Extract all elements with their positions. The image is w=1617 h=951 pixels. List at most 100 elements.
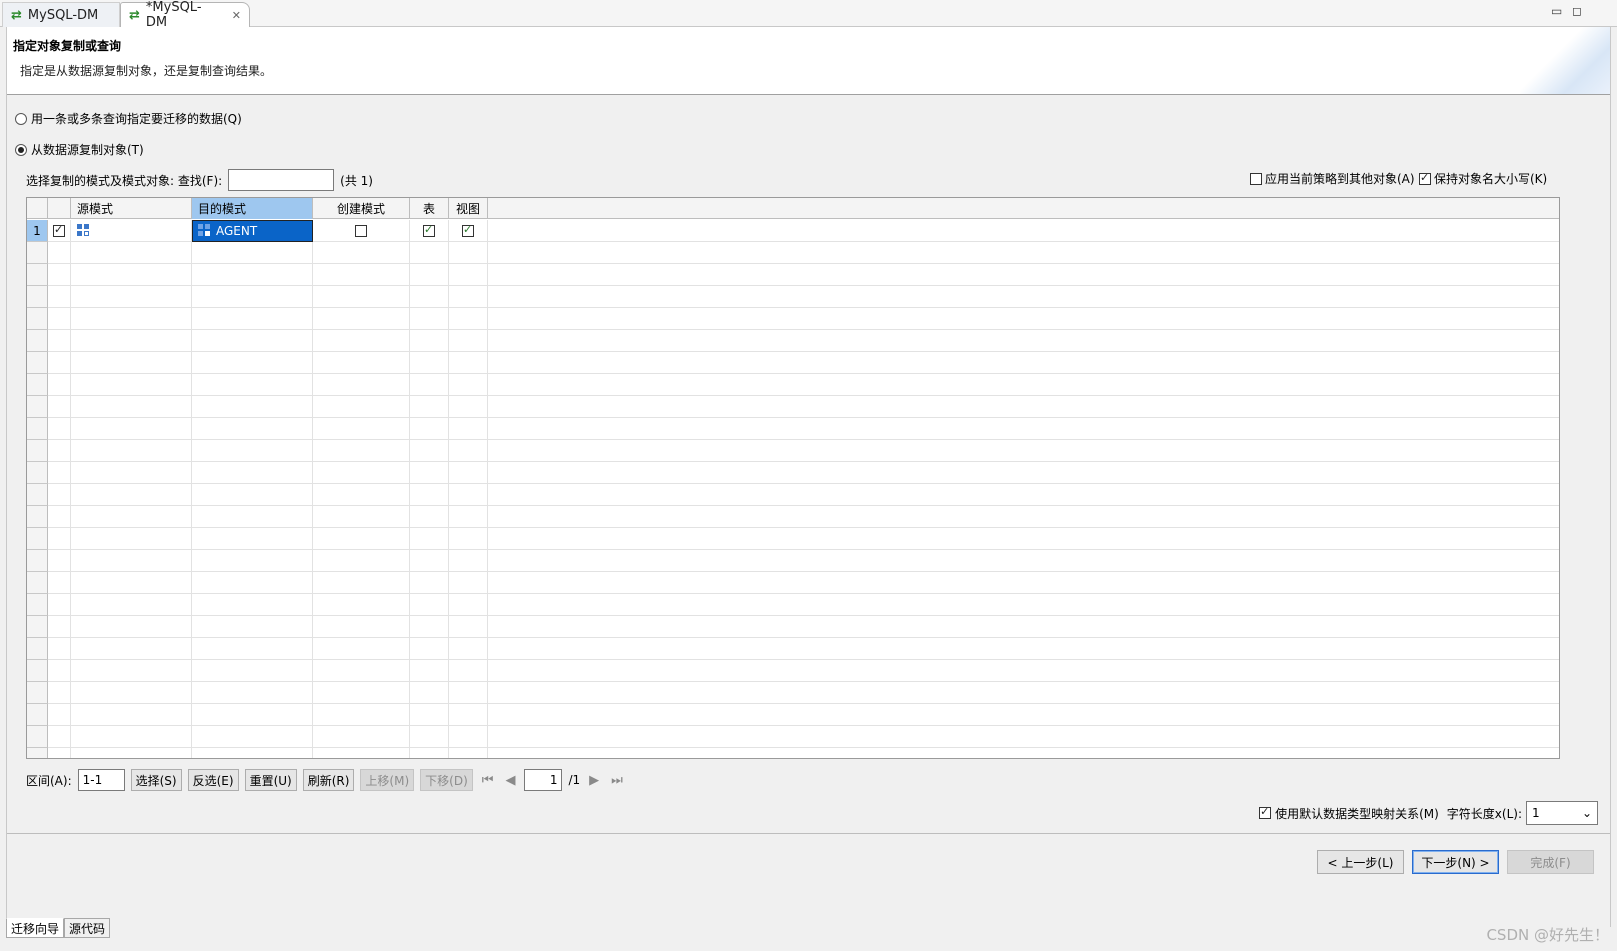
empty-cell [48, 616, 71, 638]
refresh-button[interactable]: 刷新(R) [302, 769, 355, 791]
create-schema-cell[interactable] [313, 220, 410, 242]
col-source-schema[interactable]: 源模式 [71, 198, 192, 219]
empty-row [27, 286, 1559, 308]
empty-cell [192, 286, 313, 308]
back-button[interactable]: < 上一步(L) [1317, 850, 1404, 874]
table-cell[interactable] [410, 220, 449, 242]
range-input[interactable]: 1-1 [77, 769, 125, 791]
next-button[interactable]: 下一步(N) > [1412, 850, 1499, 874]
empty-cell [449, 616, 488, 638]
grid-header: 源模式 目的模式 创建模式 表 视图 [27, 198, 1559, 219]
empty-cell [313, 462, 410, 484]
find-count: (共 1) [340, 173, 373, 188]
tab-mysql-dm[interactable]: ⇄ MySQL-DM [2, 2, 120, 27]
empty-cell [48, 308, 71, 330]
default-mapping-checkbox[interactable] [1259, 805, 1272, 819]
source-schema-cell[interactable] [71, 220, 192, 242]
page-total: /1 [568, 773, 581, 787]
tab-mysql-dm-modified[interactable]: ⇄ *MySQL-DM ✕ [120, 0, 250, 30]
empty-cell [410, 660, 449, 682]
last-page-icon[interactable]: ⏭ [611, 773, 623, 788]
empty-cell [27, 506, 48, 528]
table-checkbox[interactable] [423, 223, 435, 237]
reset-button[interactable]: 重置(U) [244, 769, 297, 791]
keep-case-checkbox[interactable] [1419, 171, 1431, 185]
target-schema-cell[interactable]: AGENT [192, 220, 313, 242]
empty-cell [27, 440, 48, 462]
empty-cell [313, 550, 410, 572]
move-down-button[interactable]: 下移(D) [420, 769, 473, 791]
col-target-schema[interactable]: 目的模式 [192, 198, 313, 219]
create-schema-checkbox[interactable] [355, 225, 367, 237]
keep-case-label: 保持对象名大小写(K) [1434, 172, 1548, 186]
empty-cell [449, 242, 488, 264]
empty-cell [410, 440, 449, 462]
radio-query-option[interactable]: 用一条或多条查询指定要迁移的数据(Q) [15, 110, 242, 127]
row-checkbox-cell[interactable] [48, 220, 71, 242]
empty-cell [192, 374, 313, 396]
empty-cell [71, 528, 192, 550]
invert-button[interactable]: 反选(E) [187, 769, 239, 791]
empty-cell [313, 726, 410, 748]
empty-cell [313, 264, 410, 286]
keep-case-option[interactable]: 保持对象名大小写(K) [1419, 170, 1547, 187]
empty-cell [192, 550, 313, 572]
col-table[interactable]: 表 [410, 198, 449, 219]
radio-query[interactable] [15, 112, 27, 125]
empty-cell [313, 418, 410, 440]
col-view[interactable]: 视图 [449, 198, 488, 219]
empty-cell [27, 638, 48, 660]
empty-cell [192, 418, 313, 440]
first-page-icon[interactable]: ⏮ [482, 773, 494, 788]
empty-cell [27, 242, 48, 264]
select-button[interactable]: 选择(S) [130, 769, 182, 791]
empty-cell [449, 660, 488, 682]
empty-cell [27, 748, 48, 758]
tab-migration-wizard[interactable]: 迁移向导 [6, 918, 65, 938]
find-input[interactable] [228, 169, 335, 191]
empty-cell [71, 264, 192, 286]
empty-cell [192, 506, 313, 528]
find-row: 选择复制的模式及模式对象: 查找(F): (共 1) [26, 169, 373, 191]
empty-cell [27, 572, 48, 594]
tab-source-code[interactable]: 源代码 [64, 918, 111, 938]
empty-cell [48, 462, 71, 484]
empty-cell [192, 528, 313, 550]
empty-cell [449, 572, 488, 594]
empty-cell [449, 440, 488, 462]
minimize-icon[interactable]: ▭ [1551, 4, 1562, 18]
radio-copy[interactable] [15, 143, 27, 156]
table-row[interactable]: 1 AGENT [27, 220, 1559, 242]
next-page-icon[interactable]: ▶ [589, 773, 599, 788]
empty-cell [27, 286, 48, 308]
charlen-label: 字符长度x(L): [1446, 806, 1522, 821]
empty-row [27, 748, 1559, 758]
empty-cell [27, 726, 48, 748]
charlen-select[interactable]: 1 ⌄ [1526, 801, 1598, 825]
empty-row [27, 572, 1559, 594]
wizard-description: 指定是从数据源复制对象，还是复制查询结果。 [20, 64, 273, 78]
apply-policy-checkbox[interactable] [1250, 172, 1262, 185]
empty-cell [27, 462, 48, 484]
find-label: 选择复制的模式及模式对象: 查找(F): [26, 173, 223, 188]
move-up-button[interactable]: 上移(M) [360, 769, 415, 791]
finish-button[interactable]: 完成(F) [1507, 850, 1594, 874]
empty-cell [449, 352, 488, 374]
empty-cell [71, 286, 192, 308]
page-input[interactable]: 1 [524, 769, 563, 791]
view-checkbox[interactable] [462, 223, 474, 237]
maximize-icon[interactable]: ◻ [1572, 4, 1582, 18]
apply-policy-option[interactable]: 应用当前策略到其他对象(A) [1250, 170, 1415, 187]
empty-cell [313, 572, 410, 594]
watermark: CSDN @好先生！ [1486, 926, 1609, 944]
close-icon[interactable]: ✕ [232, 9, 241, 22]
row-checkbox[interactable] [53, 223, 65, 237]
view-cell[interactable] [449, 220, 488, 242]
chevron-down-icon: ⌄ [1581, 806, 1592, 820]
prev-page-icon[interactable]: ◀ [505, 773, 515, 788]
schema-grid[interactable]: 源模式 目的模式 创建模式 表 视图 1 AGE [26, 197, 1560, 759]
radio-copy-option[interactable]: 从数据源复制对象(T) [15, 141, 144, 158]
wizard-header: 指定对象复制或查询 指定是从数据源复制对象，还是复制查询结果。 [7, 27, 1610, 95]
empty-cell [27, 308, 48, 330]
col-create-schema[interactable]: 创建模式 [313, 198, 410, 219]
